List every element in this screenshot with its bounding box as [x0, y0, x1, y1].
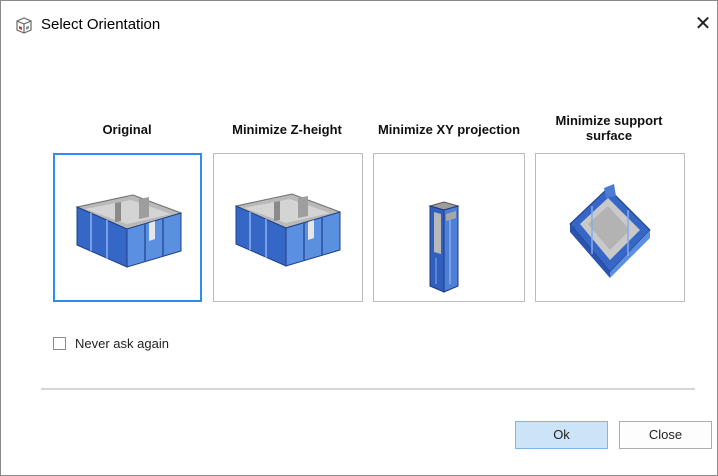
select-orientation-dialog: Select Orientation ✕ Original Minimize Z…: [0, 0, 718, 476]
model-preview-minimize-xy: [428, 201, 460, 293]
dialog-title: Select Orientation: [41, 16, 161, 33]
option-label-minimize-xy: Minimize XY projection: [377, 122, 521, 137]
option-label-minimize-support: Minimize support surface: [555, 113, 663, 143]
orientation-option-minimize-xy-projection[interactable]: [373, 153, 525, 302]
ok-button[interactable]: Ok: [515, 421, 608, 449]
option-label-original: Original: [102, 122, 152, 137]
orientation-option-original[interactable]: [53, 153, 202, 302]
model-preview-original: [75, 194, 183, 268]
close-icon[interactable]: ✕: [691, 11, 715, 37]
option-label-minimize-z: Minimize Z-height: [232, 122, 342, 137]
printer-box-icon: [16, 17, 32, 34]
close-button[interactable]: Close: [619, 421, 712, 449]
never-ask-again-checkbox[interactable]: [53, 336, 66, 350]
model-preview-minimize-z: [234, 193, 342, 267]
orientation-option-minimize-support-surface[interactable]: [535, 153, 685, 302]
never-ask-again-label: Never ask again: [75, 335, 169, 351]
title-bar: Select Orientation ✕: [1, 1, 717, 49]
divider: [41, 388, 695, 390]
orientation-option-minimize-z-height[interactable]: [213, 153, 363, 302]
model-preview-minimize-support: [569, 184, 651, 278]
never-ask-again-option[interactable]: Never ask again: [53, 334, 169, 352]
